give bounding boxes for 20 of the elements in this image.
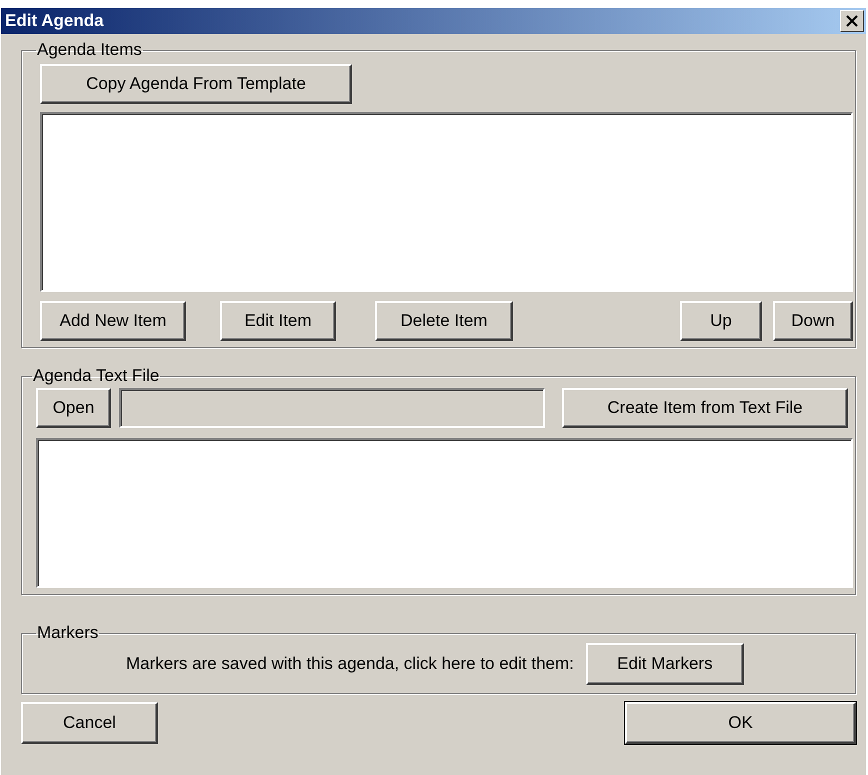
group-label: Agenda Items bbox=[36, 40, 143, 60]
text-file-content-box[interactable] bbox=[36, 438, 853, 588]
group-label: Agenda Text File bbox=[32, 366, 160, 386]
item-button[interactable]: Delete Item bbox=[375, 301, 513, 341]
dialog-button[interactable]: Cancel bbox=[21, 702, 158, 744]
copy-template-button[interactable]: Copy Agenda From Template bbox=[40, 64, 352, 104]
item-button[interactable]: Edit Item bbox=[220, 301, 336, 341]
group-label: Markers bbox=[36, 623, 100, 643]
open-button[interactable]: Open bbox=[36, 388, 111, 428]
edit-markers-button[interactable]: Edit Markers bbox=[586, 643, 744, 685]
markers-description: Markers are saved with this agenda, click here to edit them: bbox=[126, 654, 574, 674]
move-button[interactable]: Down bbox=[773, 301, 853, 341]
window-title: Edit Agenda bbox=[5, 11, 104, 31]
agenda-items-list[interactable] bbox=[40, 112, 853, 292]
item-button[interactable]: Add New Item bbox=[40, 301, 186, 341]
close-icon bbox=[845, 15, 859, 27]
create-item-button[interactable]: Create Item from Text File bbox=[562, 388, 848, 428]
close-button[interactable] bbox=[840, 10, 864, 32]
move-button[interactable]: Up bbox=[680, 301, 762, 341]
default-button[interactable]: OK bbox=[625, 702, 856, 744]
